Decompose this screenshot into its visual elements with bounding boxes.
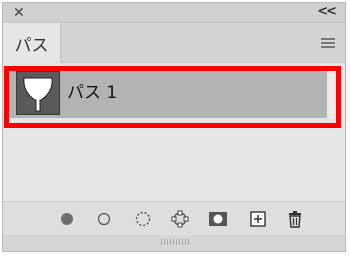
resize-grip-icon[interactable]: [161, 239, 189, 245]
panel-tab-row: パス: [3, 23, 345, 64]
add-mask-icon[interactable]: [208, 209, 228, 229]
delete-path-icon[interactable]: [285, 209, 305, 229]
panel-menu-icon[interactable]: [321, 38, 335, 48]
new-path-icon[interactable]: [248, 209, 268, 229]
tab-paths[interactable]: パス: [3, 23, 61, 64]
path-thumbnail: [16, 71, 60, 115]
panel-footer: [3, 235, 345, 251]
fill-path-icon[interactable]: [57, 209, 77, 229]
paths-list: パス 1: [3, 63, 345, 201]
stroke-path-icon[interactable]: [94, 209, 114, 229]
collapse-panel-icon[interactable]: <<: [317, 4, 337, 20]
scrollbar[interactable]: [329, 68, 339, 118]
load-as-selection-icon[interactable]: [133, 209, 153, 229]
make-work-path-icon[interactable]: [170, 209, 190, 229]
path-name-label: パス 1: [67, 83, 118, 103]
panel-titlebar: ✕ <<: [3, 3, 345, 23]
paths-panel: ✕ << パス パス 1: [2, 2, 346, 252]
paths-toolbar: [3, 201, 345, 235]
close-icon[interactable]: ✕: [13, 5, 25, 21]
path-row-1[interactable]: パス 1: [9, 68, 327, 118]
